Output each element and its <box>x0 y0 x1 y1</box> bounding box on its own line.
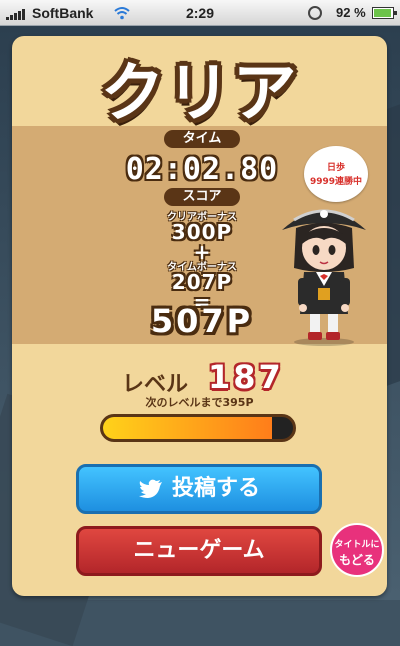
rotation-lock-icon <box>308 6 322 20</box>
tweet-button-label: 投稿する <box>171 476 260 501</box>
back-to-title-line2: もどる <box>339 553 375 567</box>
time-value: 02:02.80 <box>125 152 279 187</box>
back-to-title-button[interactable]: タイトルに もどる <box>330 523 384 577</box>
score-label: スコア <box>164 188 240 206</box>
level-value: 187 <box>208 358 284 396</box>
new-game-button-label: ニューゲーム <box>133 538 265 563</box>
total-score: 507P <box>150 302 254 340</box>
time-label: タイム <box>164 130 240 148</box>
twitter-bird-icon <box>138 479 162 498</box>
status-bar: SoftBank 2:29 92 % <box>0 0 400 26</box>
bubble-line2: 9999連勝中 <box>309 177 363 187</box>
bubble-line1: 日歩 <box>326 163 345 173</box>
pirate-character-illustration <box>282 209 366 346</box>
new-game-button[interactable]: ニューゲーム <box>76 526 322 576</box>
next-level-text: 次のレベルまで395P <box>145 396 254 409</box>
tweet-button[interactable]: 投稿する <box>76 464 322 514</box>
battery-percent: 92 % <box>336 5 366 20</box>
back-to-title-line1: タイトルに <box>334 540 380 550</box>
level-progress-bar <box>100 414 296 442</box>
battery-icon <box>372 7 397 19</box>
result-card: クリア タイム 02:02.80 スコア クリアボーナス 300P + タイムボ… <box>12 36 387 596</box>
clear-title: クリア <box>100 57 299 131</box>
speech-bubble: 日歩 9999連勝中 <box>304 146 368 202</box>
level-progress-fill <box>103 417 273 439</box>
